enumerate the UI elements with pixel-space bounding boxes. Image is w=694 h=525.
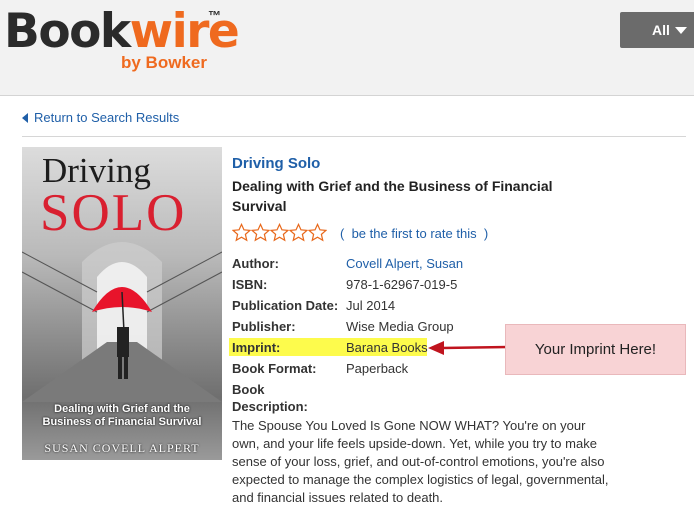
return-to-search-link[interactable]: Return to Search Results [22,110,179,125]
return-to-search-label: Return to Search Results [34,110,180,125]
logo-trademark: ™ [208,8,221,23]
author-label: Author: [232,256,279,271]
author-link[interactable]: Covell Alpert, Susan [346,256,463,271]
cover-title-solo: SOLO [40,184,187,242]
logo-byline: by Bowker [121,53,207,72]
cover-subtitle-line-1: Dealing with Grief and the [54,403,190,415]
rate-this-link[interactable]: ( be the first to rate this ) [340,226,488,241]
rate-prompt-open-paren: ( [340,226,345,241]
star-outline-icon[interactable] [289,223,308,242]
logo-wordmark: Bookwire [4,4,240,60]
rate-prompt-close-paren: ) [483,226,489,241]
book-title-link[interactable]: Driving Solo [232,155,320,172]
cover-subtitle-line-2: Business of Financial Survival [42,416,202,428]
chevron-down-icon [674,26,687,34]
bookwire-logo[interactable]: Bookwire ™ by Bowker [4,4,240,76]
imprint-label: Imprint: [232,340,281,355]
star-rating[interactable] [232,223,327,242]
star-outline-icon[interactable] [308,223,327,242]
content-divider [22,136,686,137]
category-dropdown-button[interactable]: All [620,12,694,48]
book-description: The Spouse You Loved Is Gone NOW WHAT? Y… [232,418,609,505]
site-header: Bookwire ™ by Bowker All [0,0,694,96]
chevron-left-icon [22,112,28,123]
star-outline-icon[interactable] [251,223,270,242]
description-label-line-1: Book [232,382,265,397]
rate-prompt-label: be the first to rate this [351,226,477,241]
logo-wordmark-book: Book [4,4,131,59]
publication-date-label: Publication Date: [232,298,339,313]
publisher-label: Publisher: [232,319,296,334]
arrow-left-icon [428,341,508,355]
cover-author: SUSAN COVELL ALPERT [44,441,200,455]
description-label-line-2: Description: [232,399,308,414]
isbn-value: 978-1-62967-019-5 [346,277,458,292]
book-format-label: Book Format: [232,361,317,376]
star-outline-icon[interactable] [232,223,251,242]
publication-date-value: Jul 2014 [346,298,396,313]
book-cover-image: Driving SOLO Dealing with Grief and the … [22,147,222,460]
book-format-value: Paperback [346,361,409,376]
imprint-value: Barana Books [346,340,428,355]
imprint-callout: Your Imprint Here! [505,324,686,375]
book-subtitle: Dealing with Grief and the Business of F… [232,178,553,214]
cover-subtitle: Dealing with Grief and the Business of F… [22,403,222,429]
callout-text: Your Imprint Here! [534,341,657,358]
cover-bridge-illustration [22,242,222,402]
isbn-label: ISBN: [232,277,268,292]
logo-wordmark-wire: wire [129,4,240,59]
star-outline-icon[interactable] [270,223,289,242]
publisher-value: Wise Media Group [346,319,454,334]
category-dropdown-label: All [652,22,670,38]
